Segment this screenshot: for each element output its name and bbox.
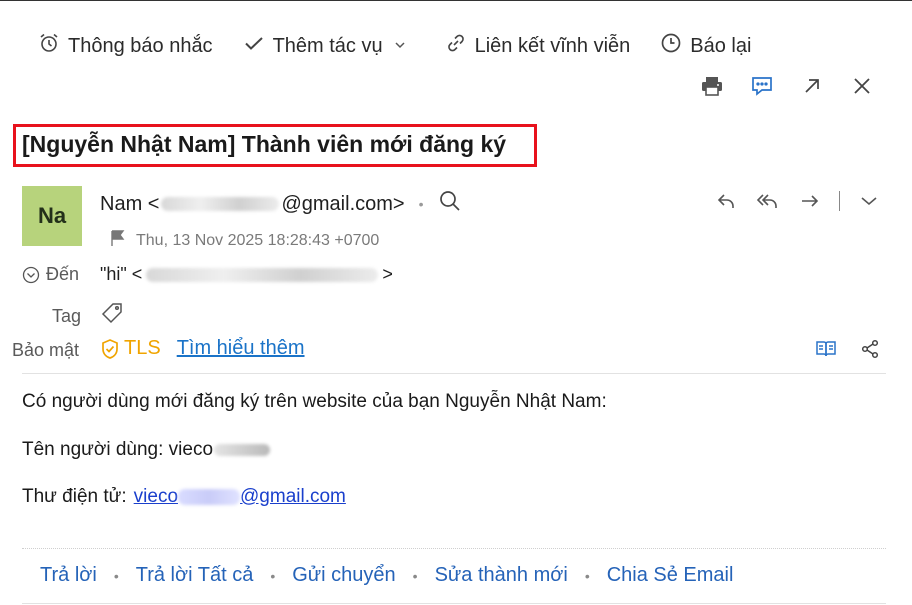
close-button[interactable] [848, 74, 876, 102]
view-actions [794, 337, 882, 361]
reply-actions [697, 188, 882, 214]
tag-label: Tag [52, 306, 82, 326]
pop-out-icon [801, 75, 823, 102]
message-actions [676, 74, 876, 102]
redacted-username [214, 444, 271, 456]
email-link-prefix: vieco [133, 486, 179, 507]
message-toolbar: Thông báo nhắc Thêm tác vụ Liên kết vĩnh… [38, 30, 781, 62]
report-label: Báo lại [690, 34, 752, 57]
tls-label: TLS [124, 337, 161, 359]
clock-icon [660, 32, 690, 60]
sender-name[interactable]: Nam < [100, 193, 159, 216]
forward-icon[interactable] [797, 188, 823, 214]
footer-share-email-link[interactable]: Chia Sẻ Email [607, 564, 734, 587]
email-link-suffix: @gmail.com [240, 486, 346, 507]
header-divider [22, 373, 886, 374]
reply-icon[interactable] [713, 188, 739, 214]
checkmark-icon [243, 32, 273, 60]
search-icon[interactable] [438, 189, 462, 219]
recipient-suffix: > [382, 264, 393, 284]
reminder-label: Thông báo nhắc [68, 34, 213, 57]
printer-icon [700, 74, 724, 103]
tag-icon[interactable] [101, 302, 123, 329]
footer-forward-link[interactable]: Gửi chuyển [292, 564, 395, 587]
sent-date: Thu, 13 Nov 2025 18:28:43 +0700 [136, 231, 380, 249]
avatar-initials: Na [37, 203, 67, 228]
recipient-label-group[interactable]: Đến [22, 264, 79, 285]
security-label: Bảo mật [12, 340, 80, 360]
reminder-button[interactable]: Thông báo nhắc [38, 32, 213, 60]
more-chevron-down-icon[interactable] [856, 188, 882, 214]
expand-circle-icon [22, 266, 40, 284]
footer-reply-link[interactable]: Trả lời [40, 564, 97, 587]
shield-check-icon [100, 338, 120, 360]
close-icon [851, 75, 873, 102]
body-intro: Có người dùng mới đăng ký trên website c… [22, 391, 607, 412]
permalink-label: Liên kết vĩnh viễn [474, 34, 631, 57]
email-link[interactable]: vieco @gmail.com [134, 486, 346, 508]
recipient-name[interactable]: "hi" < [100, 264, 142, 285]
footer-reply-all-link[interactable]: Trả lời Tất cả [136, 564, 254, 587]
chat-button[interactable] [748, 74, 776, 102]
body-email: Thư điện tử: vieco @gmail.com [22, 486, 346, 508]
sender-email-suffix[interactable]: @gmail.com> [281, 193, 404, 216]
separator-dot: • [418, 196, 424, 212]
divider-bar [839, 191, 840, 211]
bottom-divider [22, 603, 886, 604]
learn-more-link[interactable]: Tìm hiểu thêm [177, 337, 305, 360]
email-label: Thư điện tử: [22, 486, 127, 507]
chat-icon [750, 74, 774, 103]
email-subject: [Nguyễn Nhật Nam] Thành viên mới đăng ký [22, 131, 507, 157]
link-icon [445, 32, 475, 60]
window-top-border [0, 0, 912, 1]
redacted-email-middle [178, 489, 241, 505]
pop-out-button[interactable] [798, 74, 826, 102]
report-button[interactable]: Báo lại [660, 32, 751, 60]
footer-divider [22, 548, 886, 549]
add-task-label: Thêm tác vụ [272, 34, 383, 57]
redacted-recipient [146, 267, 379, 282]
share-icon[interactable] [858, 337, 882, 361]
print-button[interactable] [698, 74, 726, 102]
recipient-row: "hi" < > [100, 264, 393, 285]
avatar[interactable]: Na [22, 186, 82, 246]
date-row: Thu, 13 Nov 2025 18:28:43 +0700 [110, 229, 379, 252]
sender-row: Nam < @gmail.com> • [100, 189, 462, 219]
separator-dot: • [412, 567, 418, 584]
add-task-button[interactable]: Thêm tác vụ [243, 32, 415, 60]
separator-dot: • [270, 567, 276, 584]
separator-dot: • [584, 567, 590, 584]
footer-edit-as-new-link[interactable]: Sửa thành mới [435, 564, 568, 587]
body-username: Tên người dùng: vieco [22, 439, 271, 461]
footer-actions: Trả lời • Trả lời Tất cả • Gửi chuyển • … [40, 564, 733, 587]
separator-dot: • [113, 567, 119, 584]
recipient-label: Đến [46, 264, 80, 284]
redacted-email [161, 197, 280, 211]
reply-all-icon[interactable] [755, 188, 781, 214]
reader-icon[interactable] [814, 337, 838, 361]
permalink-button[interactable]: Liên kết vĩnh viễn [445, 32, 631, 60]
tls-row: TLS Tìm hiểu thêm [100, 337, 305, 360]
flag-icon[interactable] [110, 229, 136, 252]
username-text: Tên người dùng: vieco [22, 439, 214, 460]
alarm-clock-icon [38, 32, 68, 60]
chevron-down-icon[interactable] [393, 35, 415, 58]
